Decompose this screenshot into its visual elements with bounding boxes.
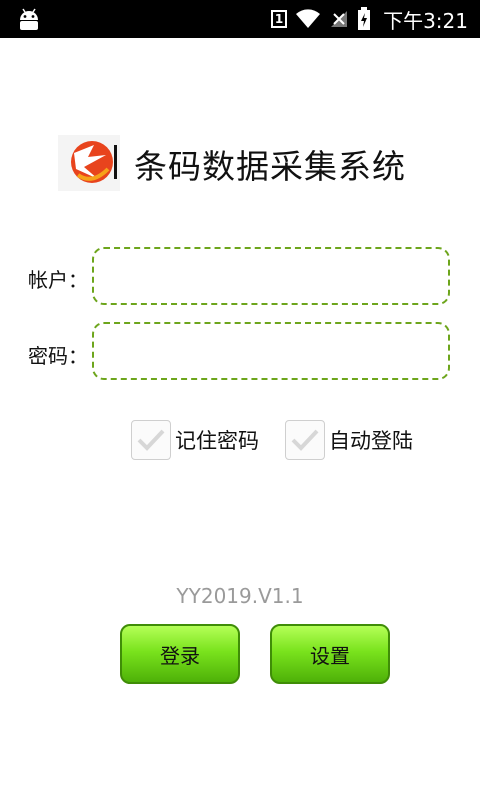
status-icons: 1 下午3:21: [271, 0, 468, 38]
auto-login-label[interactable]: 自动登陆: [329, 425, 413, 455]
no-signal-icon: [331, 11, 348, 27]
wifi-icon: [296, 9, 321, 28]
checkmark-icon: [137, 429, 165, 451]
battery-charging-icon: [358, 7, 371, 30]
login-button[interactable]: 登录: [120, 624, 240, 684]
sim-icon: 1: [271, 10, 288, 28]
auto-login-option[interactable]: 自动登陆: [285, 419, 413, 461]
password-label: 密码：: [28, 344, 88, 368]
android-icon: [20, 8, 38, 30]
app-logo-icon: [58, 135, 120, 191]
password-input[interactable]: [94, 324, 448, 378]
account-label: 帐户：: [28, 268, 88, 292]
remember-password-option[interactable]: 记住密码: [131, 419, 259, 461]
account-input[interactable]: [94, 249, 448, 303]
auto-login-checkbox[interactable]: [285, 420, 325, 460]
settings-button[interactable]: 设置: [270, 624, 390, 684]
remember-password-checkbox[interactable]: [131, 420, 171, 460]
remember-password-label[interactable]: 记住密码: [175, 425, 259, 455]
status-time: 下午3:21: [383, 8, 468, 33]
account-field-frame[interactable]: [92, 247, 450, 305]
version-text: YY2019.V1.1: [176, 584, 304, 608]
password-field-frame[interactable]: [92, 322, 450, 380]
checkmark-icon: [291, 429, 319, 451]
status-bar: 1 下午3:21: [0, 0, 480, 38]
app-title: 条码数据采集系统: [134, 147, 406, 186]
